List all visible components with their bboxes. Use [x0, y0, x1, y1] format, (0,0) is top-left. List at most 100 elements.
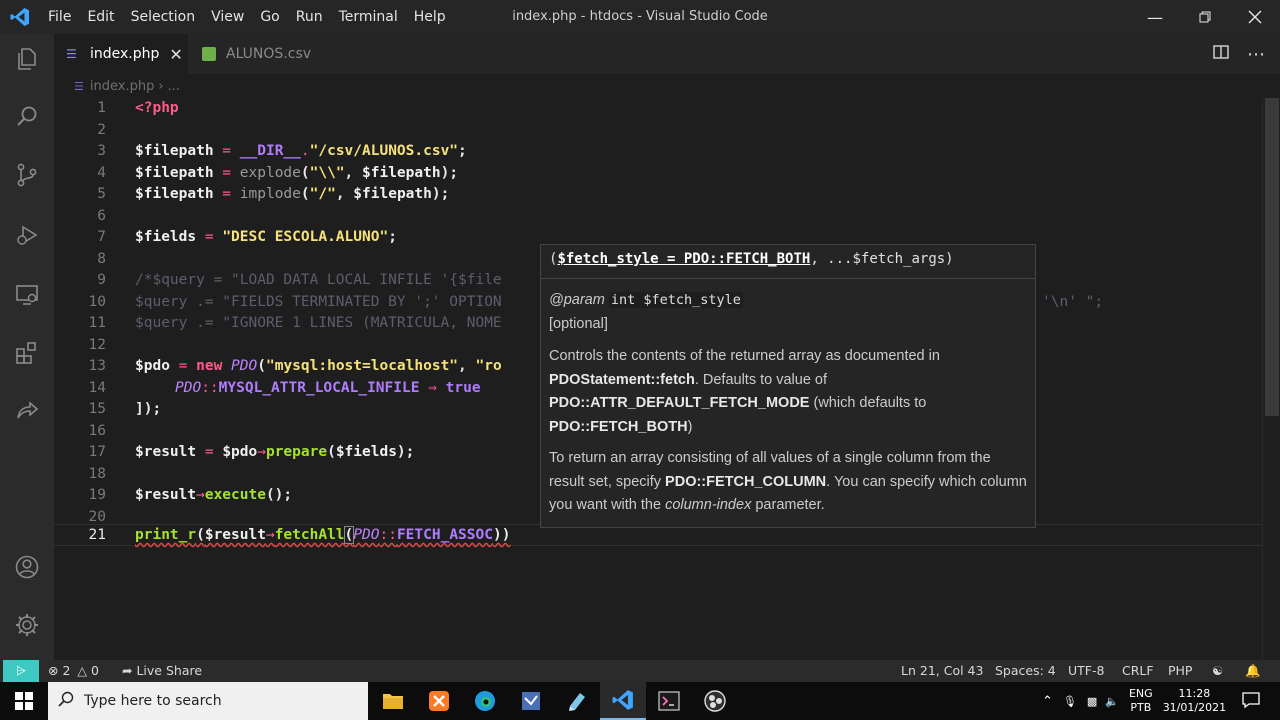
language-indicator[interactable]: ENG PTB: [1129, 687, 1153, 715]
language-mode[interactable]: PHP: [1168, 660, 1192, 682]
run-debug-icon[interactable]: [0, 212, 54, 258]
breadcrumb-file[interactable]: index.php: [90, 79, 154, 94]
edge-browser-icon[interactable]: [462, 682, 508, 720]
clock[interactable]: 11:28 31/01/2021: [1163, 687, 1226, 715]
network-icon[interactable]: ▩: [1087, 695, 1097, 708]
notification-center-icon[interactable]: [1242, 691, 1260, 711]
activity-bar: [0, 34, 54, 660]
live-share-icon: ➦: [122, 663, 133, 678]
line-number: 17: [88, 444, 106, 460]
tab-alunos-csv[interactable]: ALUNOS.csv: [190, 34, 318, 74]
warning-icon: △: [77, 663, 88, 678]
notepad-icon[interactable]: [554, 682, 600, 720]
code-line: 5 $filepath = implode("/", $filepath);: [54, 184, 1262, 206]
code-text: $filepath = explode("\\", $filepath);: [135, 164, 459, 181]
explorer-icon[interactable]: [0, 36, 54, 82]
remote-explorer-icon[interactable]: [0, 272, 54, 318]
terminal-icon[interactable]: [646, 682, 692, 720]
vscode-taskbar-icon[interactable]: [600, 682, 646, 720]
close-tab-icon[interactable]: ✕: [169, 45, 182, 64]
parameter-hint-popup: ($fetch_style = PDO::FETCH_BOTH, ...$fet…: [540, 244, 1036, 528]
breadcrumb-separator: ›: [158, 78, 164, 94]
php-open-tag: <?php: [135, 100, 179, 116]
vscode-logo-icon[interactable]: [0, 0, 40, 34]
line-number: 13: [88, 358, 106, 374]
code-line: 2: [54, 120, 1262, 142]
line-number: 14: [88, 379, 106, 396]
title-bar: File Edit Selection View Go Run Terminal…: [0, 0, 1280, 34]
file-explorer-icon[interactable]: [370, 682, 416, 720]
menu-terminal[interactable]: Terminal: [331, 0, 406, 34]
code-text: $filepath = __DIR__."/csv/ALUNOS.csv";: [135, 143, 467, 159]
code-comment: /*$query = "LOAD DATA LOCAL INFILE '{$fi…: [135, 272, 502, 288]
feedback-icon[interactable]: ☯: [1212, 660, 1223, 682]
menu-help[interactable]: Help: [406, 0, 454, 34]
editor-scrollbar[interactable]: [1262, 98, 1280, 660]
tab-label: index.php: [90, 46, 160, 62]
line-number: 16: [88, 422, 106, 439]
code-comment: $query .= "FIELDS TERMINATED BY ';' OPTI…: [135, 293, 502, 310]
line-number: 9: [97, 272, 106, 288]
tab-label: ALUNOS.csv: [226, 46, 312, 62]
encoding[interactable]: UTF-8: [1068, 660, 1104, 682]
code-line: 3 $filepath = __DIR__."/csv/ALUNOS.csv";: [54, 141, 1262, 163]
code-text: PDO::MYSQL_ATTR_LOCAL_INFILE ⇒ true: [175, 379, 481, 396]
breadcrumb: ☰ index.php › ...: [54, 74, 1280, 98]
split-editor-icon[interactable]: [1213, 44, 1229, 64]
taskbar-search-box[interactable]: Type here to search: [48, 682, 368, 720]
indentation[interactable]: Spaces: 4: [995, 660, 1056, 682]
menu-edit[interactable]: Edit: [79, 0, 122, 34]
line-number: 10: [88, 293, 106, 310]
menu-selection[interactable]: Selection: [123, 0, 204, 34]
account-icon[interactable]: [0, 544, 54, 590]
live-share-icon[interactable]: [0, 388, 54, 434]
source-control-icon[interactable]: [0, 152, 54, 198]
error-icon: ⊗: [48, 663, 59, 678]
tab-index-php[interactable]: ☰ index.php ✕: [54, 34, 188, 74]
cursor-position[interactable]: Ln 21, Col 43: [901, 660, 983, 682]
hint-body: @param int $fetch_style [optional] Contr…: [541, 279, 1035, 528]
hint-paragraph: To return an array consisting of all val…: [549, 450, 1027, 513]
menu-file[interactable]: File: [40, 0, 79, 34]
search-placeholder: Type here to search: [84, 693, 222, 709]
line-number: 15: [88, 401, 106, 417]
csv-file-icon: [202, 47, 216, 61]
extensions-icon[interactable]: [0, 330, 54, 376]
volume-icon[interactable]: 🔈: [1105, 695, 1119, 708]
line-number: 18: [88, 465, 106, 482]
code-line: 6: [54, 206, 1262, 228]
code-comment: $query .= "IGNORE 1 LINES (MATRICULA, NO…: [135, 315, 502, 331]
minimize-button[interactable]: —: [1130, 0, 1180, 34]
clock-date: 31/01/2021: [1162, 701, 1227, 714]
search-icon[interactable]: [0, 94, 54, 140]
line-number: 11: [88, 315, 106, 331]
xampp-icon[interactable]: [416, 682, 462, 720]
notifications-bell-icon[interactable]: 🔔: [1245, 660, 1261, 682]
optional-label: [optional]: [549, 315, 608, 332]
vscode-alt-icon[interactable]: [508, 682, 554, 720]
menu-view[interactable]: View: [203, 0, 252, 34]
menu-run[interactable]: Run: [288, 0, 331, 34]
settings-gear-icon[interactable]: [0, 602, 54, 648]
line-number: 4: [97, 164, 106, 181]
end-of-line[interactable]: CRLF: [1122, 660, 1154, 682]
system-tray: ⌃ 🎙 ▩ 🔈 ENG PTB 11:28 31/01/2021: [1042, 682, 1260, 720]
breadcrumb-more[interactable]: ...: [168, 79, 180, 94]
line-number: 2: [97, 121, 106, 138]
microphone-icon[interactable]: 🎙: [1063, 695, 1077, 708]
remote-indicator-icon[interactable]: ⩥: [3, 660, 39, 682]
line-number: 19: [88, 487, 106, 503]
code-text: ]);: [135, 401, 162, 417]
chevron-up-icon[interactable]: ⌃: [1042, 694, 1053, 709]
menu-go[interactable]: Go: [252, 0, 287, 34]
scrollbar-thumb[interactable]: [1265, 98, 1279, 416]
close-window-button[interactable]: [1230, 0, 1280, 34]
live-share-status[interactable]: ➦ Live Share: [122, 660, 202, 682]
maximize-button[interactable]: [1180, 0, 1230, 34]
windows-start-icon[interactable]: [0, 682, 48, 720]
obs-icon[interactable]: [692, 682, 738, 720]
line-number: 12: [88, 336, 106, 353]
line-number: 5: [97, 186, 106, 202]
problems-indicator[interactable]: ⊗ 2 △ 0: [48, 660, 99, 682]
more-actions-icon[interactable]: ⋯: [1247, 44, 1266, 65]
